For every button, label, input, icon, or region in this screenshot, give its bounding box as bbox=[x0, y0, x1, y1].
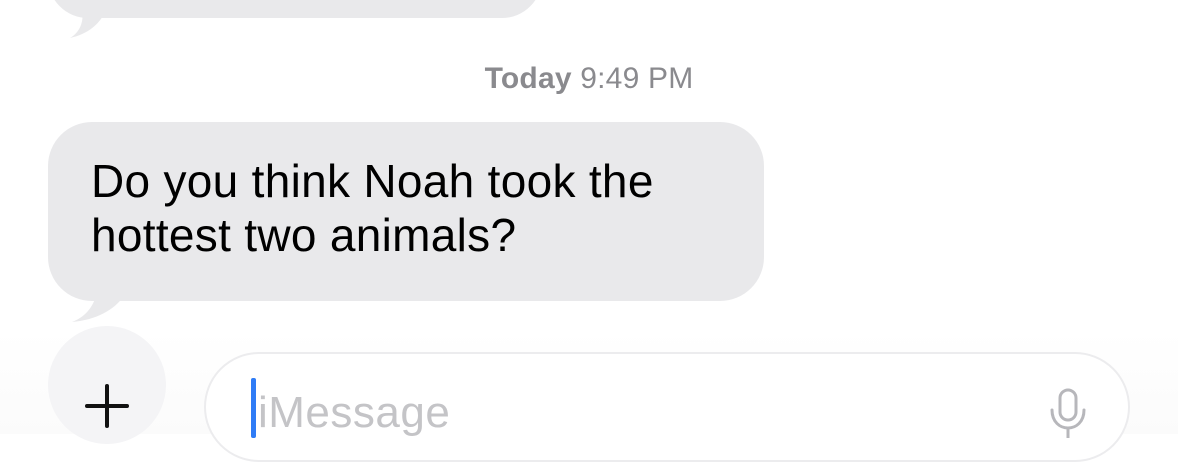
timestamp-day: Today bbox=[484, 62, 572, 95]
message-line: hottest two animals? bbox=[91, 209, 517, 261]
microphone-icon[interactable] bbox=[1048, 388, 1088, 438]
message-text: Do you think Noah took the hottest two a… bbox=[91, 154, 722, 262]
previous-bubble-tail bbox=[70, 10, 106, 38]
add-attachment-button[interactable] bbox=[48, 326, 166, 444]
incoming-message-bubble[interactable]: Do you think Noah took the hottest two a… bbox=[48, 122, 764, 301]
plus-icon bbox=[85, 384, 129, 428]
previous-message-bubble[interactable] bbox=[48, 0, 542, 18]
bubble-tail bbox=[72, 280, 124, 322]
text-caret bbox=[251, 378, 256, 438]
timestamp-time: 9:49 PM bbox=[580, 62, 694, 95]
message-input-placeholder: iMessage bbox=[258, 388, 451, 437]
message-input[interactable]: iMessage bbox=[204, 352, 1130, 462]
message-line: Do you think Noah took the bbox=[91, 155, 654, 207]
timestamp: Today 9:49 PM bbox=[0, 62, 1178, 96]
